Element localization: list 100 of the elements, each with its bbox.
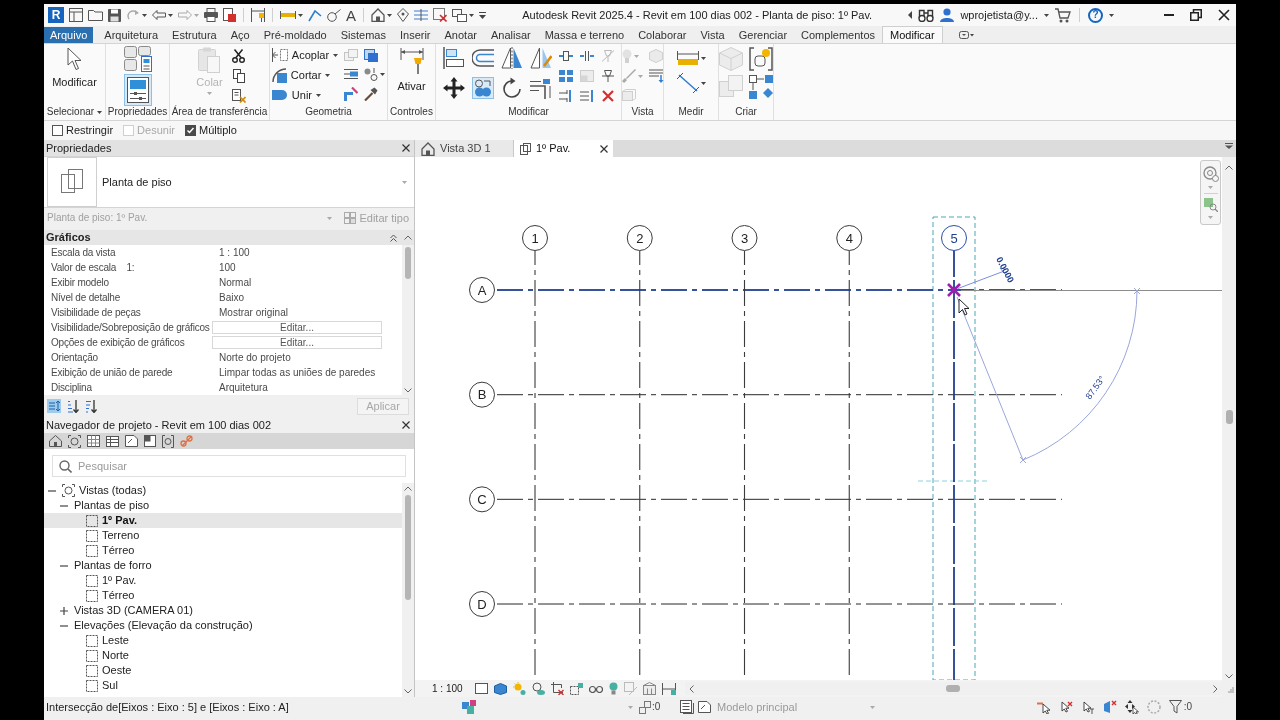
ribbon-tab[interactable]: Arquitetura <box>97 27 166 43</box>
crop-region-icon[interactable] <box>570 682 583 695</box>
face-x-icon[interactable] <box>1102 700 1117 714</box>
tree-item[interactable]: 1º Pav. <box>44 573 402 588</box>
tree-item[interactable]: Terreno <box>44 528 402 543</box>
property-value[interactable]: Normal <box>212 277 252 288</box>
edit-button[interactable]: Editar... <box>212 321 382 334</box>
option-checkbox[interactable]: Restringir <box>52 125 114 136</box>
cart-icon[interactable] <box>1055 7 1071 23</box>
edit-button[interactable]: Editar... <box>212 336 382 349</box>
type-selector[interactable]: Planta de piso <box>44 156 414 208</box>
scroll-up-icon[interactable] <box>404 235 412 240</box>
tree-item[interactable]: Norte <box>44 648 402 663</box>
property-value[interactable]: 100 <box>212 262 236 273</box>
scroll-right-icon[interactable] <box>1213 684 1218 693</box>
scrollbar-thumb[interactable] <box>1225 410 1233 424</box>
minus-icon[interactable] <box>60 624 68 627</box>
cope-button[interactable]: Acoplar <box>271 47 339 63</box>
move-icon[interactable] <box>442 77 465 99</box>
window-icon[interactable] <box>69 8 83 22</box>
crop-icon[interactable] <box>551 682 564 695</box>
brackets-circle-icon[interactable] <box>162 434 174 448</box>
filter-icon[interactable] <box>1168 700 1182 714</box>
scroll-up-icon[interactable] <box>1225 165 1233 170</box>
lines-icon[interactable] <box>414 9 428 21</box>
caret-icon[interactable] <box>333 53 339 57</box>
modify-button[interactable]: Modificar <box>49 47 100 88</box>
save-icon[interactable] <box>108 8 121 22</box>
caret-icon[interactable] <box>1044 13 1049 17</box>
minus-icon[interactable] <box>48 489 56 492</box>
document-icon[interactable] <box>223 8 236 22</box>
hammer-icon[interactable] <box>364 87 379 101</box>
line-box-icon[interactable] <box>558 50 573 62</box>
caret-icon[interactable] <box>168 13 173 17</box>
tree-item[interactable]: Térreo <box>44 543 402 558</box>
app-menu-button[interactable]: R <box>48 7 64 23</box>
tree-item[interactable]: Vistas 3D (CAMERA 01) <box>44 603 402 618</box>
undo-icon[interactable] <box>152 10 166 20</box>
restore-icon[interactable] <box>1190 9 1202 21</box>
caret-icon[interactable] <box>316 93 321 97</box>
brackets-icon[interactable] <box>749 47 773 71</box>
caret-icon[interactable] <box>387 13 392 17</box>
dropdown-icon[interactable] <box>1225 143 1233 149</box>
sheet-icon[interactable] <box>698 701 711 713</box>
close-icon[interactable] <box>402 144 410 152</box>
tree-item[interactable]: Plantas de forro <box>44 558 402 573</box>
navigation-bar[interactable] <box>1200 160 1221 225</box>
zoom-icon[interactable] <box>1203 198 1218 212</box>
caret-icon[interactable] <box>298 13 303 17</box>
nodes-icon[interactable] <box>364 68 379 81</box>
grid-icon[interactable] <box>87 435 100 447</box>
view-tab[interactable]: 1º Pav. <box>514 140 613 157</box>
activate-button[interactable]: Ativar <box>394 47 429 92</box>
property-value[interactable]: Mostrar original <box>212 307 288 318</box>
scrollbar-thumb[interactable] <box>946 685 960 692</box>
property-value[interactable]: Limpar todas as uniões de paredes <box>212 367 376 378</box>
tree-item[interactable]: Leste <box>44 633 402 648</box>
property-value[interactable]: Baixo <box>212 292 244 303</box>
dimension-bar-icon[interactable] <box>280 11 296 19</box>
checkbox[interactable] <box>52 125 63 136</box>
shapes-flow-icon[interactable] <box>749 75 773 99</box>
lines-bar-icon[interactable] <box>579 90 594 102</box>
property-value[interactable]: 1 : 100 <box>212 247 250 258</box>
glasses-icon[interactable] <box>589 684 603 693</box>
dimension-line-icon[interactable] <box>676 73 699 93</box>
caret-icon[interactable] <box>97 110 103 114</box>
scroll-down-icon[interactable] <box>404 689 412 694</box>
ribbon-tab[interactable]: Sistemas <box>333 27 393 43</box>
ribbon-tab[interactable]: Modificar <box>882 26 943 43</box>
triangles-pencil-icon[interactable] <box>529 47 552 69</box>
scroll-left-icon[interactable] <box>689 684 694 693</box>
caret-icon[interactable] <box>380 73 386 76</box>
properties-button[interactable] <box>123 74 152 106</box>
minus-icon[interactable] <box>60 564 68 567</box>
copy-icon[interactable] <box>232 69 245 83</box>
pointer-pin-icon[interactable] <box>1080 700 1095 714</box>
diamond-icon[interactable] <box>397 8 409 22</box>
cube-icon[interactable] <box>494 682 507 695</box>
ribbon-tab[interactable]: Inserir <box>392 27 438 43</box>
sort-ascending-icon[interactable] <box>67 399 79 413</box>
tag-icon[interactable] <box>327 8 341 22</box>
sphere-icon[interactable] <box>532 682 545 695</box>
tree-item[interactable]: Plantas de piso <box>44 498 402 513</box>
ribbon-tab[interactable]: Aço <box>223 27 257 43</box>
close-icon[interactable] <box>1218 9 1230 21</box>
ribbon-tab[interactable]: Analisar <box>483 27 538 43</box>
tiles-icon[interactable] <box>123 46 152 72</box>
close-icon[interactable] <box>402 421 410 429</box>
user-icon[interactable] <box>940 8 955 22</box>
help-button[interactable]: ? <box>1088 7 1103 23</box>
ribbon-tab[interactable]: Anotar <box>437 27 484 43</box>
tree-item[interactable]: Vistas (todas) <box>44 483 402 498</box>
rectangle-icon[interactable] <box>475 683 488 694</box>
tree-item[interactable]: Elevações (Elevação da construção) <box>44 618 402 633</box>
tree-item[interactable]: Sul <box>44 678 402 693</box>
ribbon-tab[interactable]: Arquivo <box>44 27 94 43</box>
ribbon-tab[interactable]: Estrutura <box>165 27 224 43</box>
building-icon[interactable] <box>643 682 656 695</box>
documents-icon[interactable] <box>680 700 694 714</box>
rings-icon[interactable] <box>1202 166 1219 182</box>
